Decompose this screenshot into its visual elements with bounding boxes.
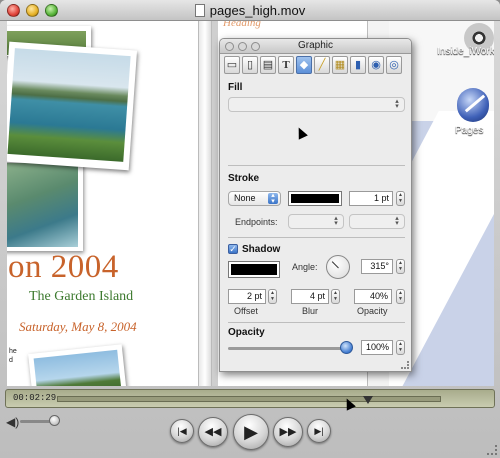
volume-icon[interactable]: ◀) bbox=[6, 415, 19, 429]
pages-icon-label[interactable]: Pages bbox=[455, 125, 483, 136]
document-subhead: The Garden Island bbox=[29, 289, 134, 304]
fast-forward-icon: ▶▶ bbox=[279, 426, 297, 438]
document-headline: on 2004 bbox=[8, 249, 119, 285]
inspector-zoom-button[interactable] bbox=[251, 42, 260, 51]
angle-dial[interactable] bbox=[326, 255, 350, 279]
playhead[interactable] bbox=[363, 396, 373, 404]
endpoints-label: Endpoints: bbox=[235, 217, 278, 227]
photo-image bbox=[7, 163, 78, 247]
stroke-width-field[interactable]: 1 pt bbox=[349, 191, 393, 206]
current-time: 00:02:29 bbox=[13, 393, 57, 403]
inspector-toolbar: ▭ ▯ ▤ T ◆ ╱ ▦ ▮ ◉ ◎ bbox=[224, 56, 407, 76]
opacity-label: Opacity bbox=[228, 327, 265, 338]
opacity-stepper[interactable]: ▲ ▼ bbox=[396, 340, 405, 355]
inspector-title: Graphic bbox=[297, 40, 333, 51]
document-tab-icon[interactable]: ▭ bbox=[224, 56, 240, 74]
window-title-text: pages_high.mov bbox=[209, 3, 306, 18]
offset-stepper[interactable]: ▲ ▼ bbox=[268, 289, 277, 304]
window-gap bbox=[212, 21, 218, 386]
screen: pages_high.mov on 2004 The Garden Island… bbox=[0, 0, 500, 458]
shadow-label: Shadow bbox=[242, 244, 281, 255]
angle-label: Angle: bbox=[292, 262, 318, 272]
popup-arrows-icon: ▴ ▾ bbox=[395, 215, 399, 227]
body-text-fragment: he d bbox=[9, 348, 17, 364]
link-tab-icon[interactable]: ◉ bbox=[368, 56, 384, 74]
quicktime-tab-icon[interactable]: ◎ bbox=[386, 56, 402, 74]
stroke-color-swatch bbox=[291, 194, 339, 203]
movie-file-icon bbox=[194, 4, 205, 17]
end-endpoint-popup[interactable]: ▴ ▾ bbox=[349, 214, 405, 229]
angle-stepper[interactable]: ▲ ▼ bbox=[396, 259, 405, 274]
chart-tab-icon[interactable]: ▮ bbox=[350, 56, 366, 74]
text-tab-icon[interactable]: T bbox=[278, 56, 294, 74]
photo-image bbox=[33, 349, 123, 386]
opacity-field[interactable]: 100% bbox=[361, 340, 393, 355]
opacity-slider-thumb[interactable] bbox=[340, 341, 353, 354]
shadow-opacity-label: Opacity bbox=[357, 306, 388, 316]
window-resize-grip[interactable] bbox=[487, 445, 497, 455]
graphic-tab-icon[interactable]: ◆ bbox=[296, 56, 312, 74]
stroke-label: Stroke bbox=[228, 173, 260, 184]
fast-forward-button[interactable]: ▶▶ bbox=[273, 417, 303, 447]
inspector-title-bar[interactable]: Graphic bbox=[220, 39, 411, 54]
pages-document: on 2004 The Garden Island Saturday, May … bbox=[7, 21, 205, 386]
photo-frame-left bbox=[7, 161, 83, 251]
document-scrollbar[interactable] bbox=[198, 21, 212, 386]
play-icon: ▶ bbox=[244, 422, 258, 442]
divider bbox=[228, 322, 405, 323]
stroke-style-value: None bbox=[234, 193, 256, 203]
divider bbox=[228, 237, 405, 238]
stroke-color-well[interactable] bbox=[288, 191, 342, 206]
popup-arrows-icon: ▴ ▾ bbox=[268, 192, 278, 205]
stroke-style-popup[interactable]: None ▴ ▾ bbox=[228, 191, 281, 206]
document-dateline: Saturday, May 8, 2004 bbox=[19, 319, 137, 334]
pages-app-icon[interactable] bbox=[457, 88, 489, 122]
photo-image bbox=[7, 48, 131, 162]
offset-label: Offset bbox=[234, 306, 258, 316]
angle-field[interactable]: 315° bbox=[361, 259, 393, 274]
blur-stepper[interactable]: ▲ ▼ bbox=[331, 289, 340, 304]
fill-label: Fill bbox=[228, 82, 243, 93]
shadow-checkbox[interactable]: ✓ bbox=[228, 244, 238, 254]
fill-popup[interactable]: ▴ ▾ bbox=[228, 97, 405, 112]
inspector-resize-grip[interactable] bbox=[401, 361, 409, 369]
rewind-button[interactable]: ◀◀ bbox=[198, 417, 228, 447]
metrics-tab-icon[interactable]: ╱ bbox=[314, 56, 330, 74]
graphic-inspector: Graphic ▭ ▯ ▤ T ◆ ╱ ▦ ▮ ◉ ◎ Fill ▴ ▾ Stro… bbox=[219, 38, 412, 372]
go-to-start-button[interactable]: |◀ bbox=[170, 419, 194, 443]
scrubber-track[interactable] bbox=[57, 396, 441, 404]
volume-slider-thumb[interactable] bbox=[49, 415, 60, 426]
quicktime-window: pages_high.mov on 2004 The Garden Island… bbox=[0, 0, 500, 458]
blur-label: Blur bbox=[302, 306, 319, 316]
stroke-width-stepper[interactable]: ▲ ▼ bbox=[396, 191, 405, 206]
table-tab-icon[interactable]: ▦ bbox=[332, 56, 348, 74]
window-title: pages_high.mov bbox=[0, 3, 500, 18]
divider bbox=[228, 165, 405, 166]
layout-tab-icon[interactable]: ▯ bbox=[242, 56, 258, 74]
dvd-icon-label[interactable]: Inside_iWork bbox=[437, 46, 494, 57]
inspector-minimize-button[interactable] bbox=[238, 42, 247, 51]
photo-frame-bottom bbox=[28, 344, 128, 386]
go-to-end-button[interactable]: ▶| bbox=[307, 419, 331, 443]
wrap-tab-icon[interactable]: ▤ bbox=[260, 56, 276, 74]
background-heading: Heading bbox=[223, 21, 261, 29]
shadow-opacity-field[interactable]: 40% bbox=[354, 289, 392, 304]
popup-arrows-icon: ▴ ▾ bbox=[395, 98, 399, 110]
popup-arrows-icon: ▴ ▾ bbox=[334, 215, 338, 227]
inspector-close-button[interactable] bbox=[225, 42, 234, 51]
photo-frame-bay bbox=[7, 41, 138, 171]
title-bar[interactable]: pages_high.mov bbox=[0, 0, 500, 21]
skip-back-icon: |◀ bbox=[177, 426, 187, 436]
rewind-icon: ◀◀ bbox=[204, 426, 222, 438]
blur-field[interactable]: 4 pt bbox=[291, 289, 329, 304]
start-endpoint-popup[interactable]: ▴ ▾ bbox=[288, 214, 344, 229]
skip-forward-icon: ▶| bbox=[314, 426, 324, 436]
time-bar: 00:02:29 bbox=[5, 389, 495, 408]
shadow-opacity-stepper[interactable]: ▲ ▼ bbox=[396, 289, 405, 304]
offset-field[interactable]: 2 pt bbox=[228, 289, 266, 304]
shadow-color-well[interactable] bbox=[228, 261, 280, 278]
opacity-slider-track[interactable] bbox=[228, 347, 352, 350]
play-button[interactable]: ▶ bbox=[233, 414, 269, 450]
shadow-color-swatch bbox=[231, 264, 277, 275]
